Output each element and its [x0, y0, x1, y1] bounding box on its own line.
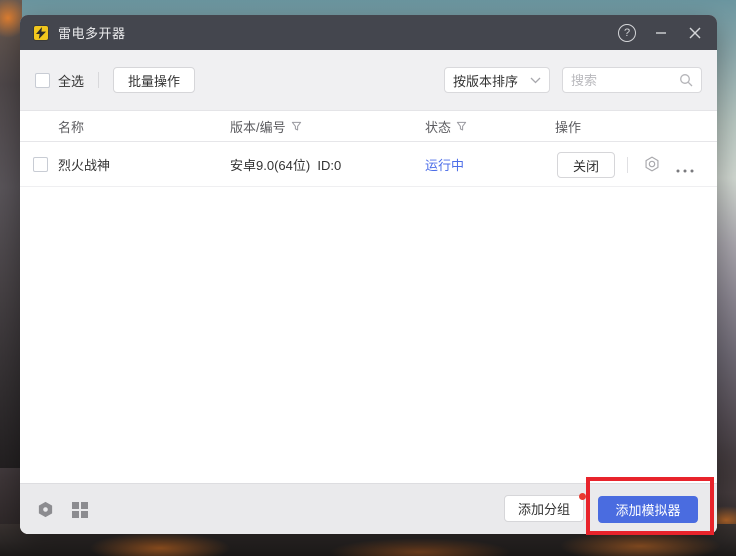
emulator-settings-icon[interactable]	[643, 155, 661, 178]
emulator-version: 安卓9.0(64位) ID:0	[230, 142, 341, 187]
select-all-label: 全选	[58, 71, 84, 90]
notification-badge	[579, 493, 586, 500]
add-group-button[interactable]: 添加分组	[504, 495, 584, 522]
grid-view-icon[interactable]	[72, 502, 88, 523]
more-options-icon[interactable]	[675, 161, 695, 179]
column-header-status: 状态	[425, 111, 467, 142]
wallpaper-right-rocks	[716, 440, 736, 536]
titlebar[interactable]: 雷电多开器 ?	[20, 15, 717, 50]
emulator-name: 烈火战神	[58, 142, 110, 187]
chevron-down-icon	[530, 77, 541, 84]
close-emulator-button[interactable]: 关闭	[557, 152, 615, 178]
search-box[interactable]	[562, 67, 702, 93]
select-all-checkbox[interactable]	[35, 73, 50, 88]
help-icon[interactable]: ?	[618, 24, 636, 42]
filter-icon[interactable]	[291, 121, 302, 132]
sort-dropdown[interactable]: 按版本排序	[444, 67, 550, 93]
empty-list-area	[20, 187, 717, 483]
column-header-name: 名称	[58, 111, 84, 142]
toolbar-divider	[98, 72, 99, 88]
sort-dropdown-value: 按版本排序	[453, 71, 518, 90]
column-header-version: 版本/编号	[230, 111, 302, 142]
footer-bar: 添加分组 添加模拟器	[20, 483, 717, 534]
operations-divider	[627, 157, 628, 173]
filter-icon[interactable]	[456, 121, 467, 132]
search-input[interactable]	[571, 73, 679, 88]
search-icon	[679, 73, 693, 87]
wallpaper-left-rocks	[0, 0, 22, 468]
minimize-button[interactable]	[652, 24, 670, 42]
table-header: 名称 版本/编号 状态 操作	[20, 111, 717, 142]
emulator-row[interactable]: 烈火战神 安卓9.0(64位) ID:0 运行中 关闭	[20, 142, 717, 187]
app-window: 雷电多开器 ? 全选 批量操作 按版本排序	[20, 15, 717, 534]
window-title: 雷电多开器	[58, 23, 126, 42]
emulator-status: 运行中	[425, 142, 464, 187]
app-logo-icon	[33, 25, 49, 41]
minimize-icon	[655, 27, 667, 39]
lightning-bolt-icon	[36, 27, 46, 39]
batch-operations-button[interactable]: 批量操作	[113, 67, 195, 93]
close-button[interactable]	[686, 24, 704, 42]
column-header-operations: 操作	[555, 111, 581, 142]
toolbar: 全选 批量操作 按版本排序	[20, 50, 717, 111]
close-icon	[689, 27, 701, 39]
row-checkbox[interactable]	[33, 157, 48, 172]
add-emulator-button[interactable]: 添加模拟器	[598, 496, 698, 523]
settings-icon[interactable]	[37, 501, 54, 523]
